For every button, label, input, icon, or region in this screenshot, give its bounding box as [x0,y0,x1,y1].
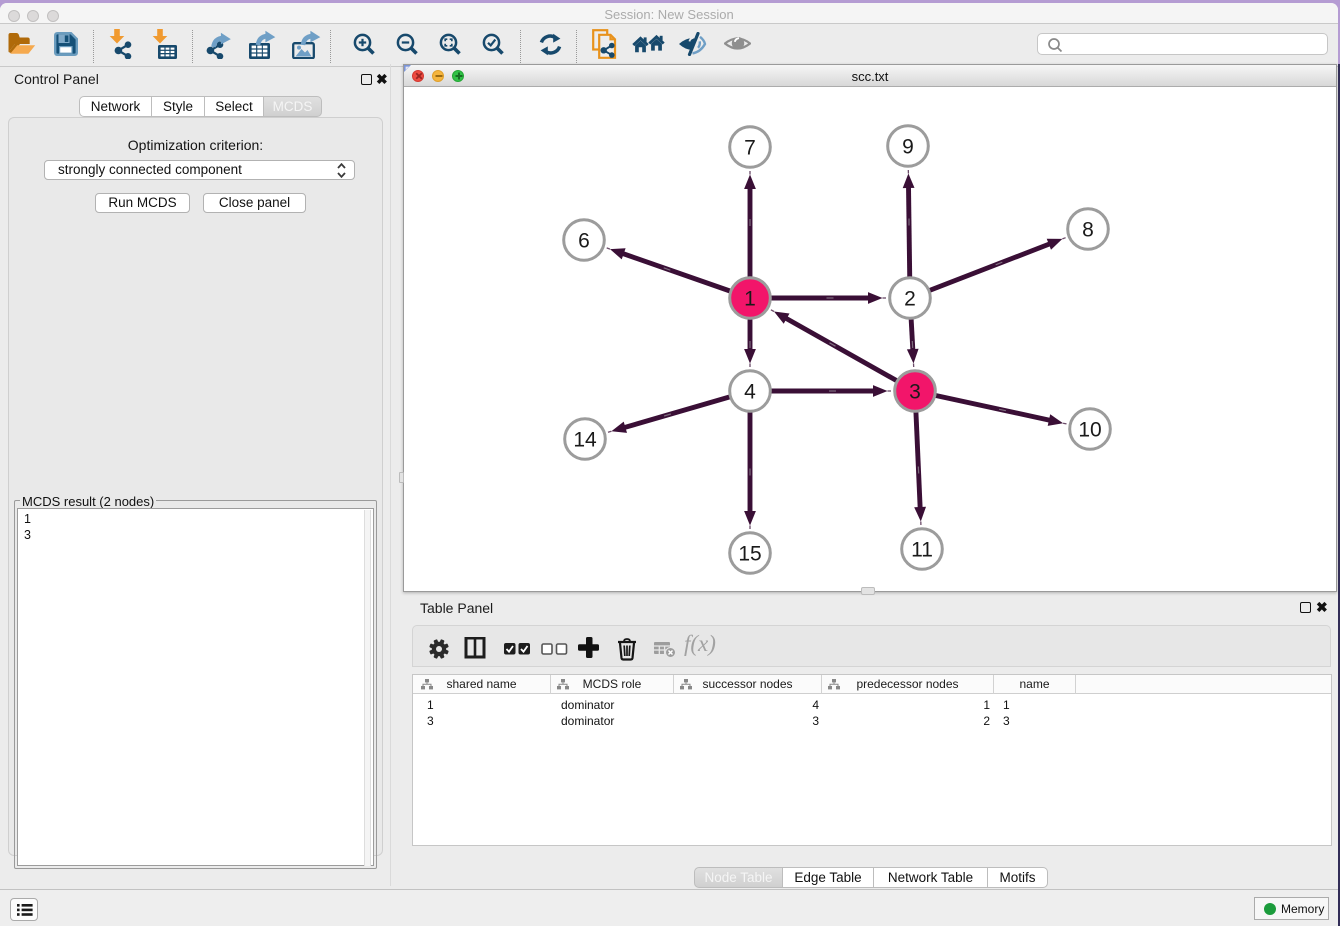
svg-text:11: 11 [911,539,933,562]
svg-text:2: 2 [904,288,916,311]
svg-text:15: 15 [738,543,761,566]
svg-text:9: 9 [902,136,914,159]
svg-text:10: 10 [1078,419,1101,442]
svg-text:4: 4 [744,381,756,404]
svg-text:6: 6 [578,230,590,253]
svg-text:8: 8 [1082,219,1094,242]
svg-text:1: 1 [744,288,756,311]
svg-text:3: 3 [909,381,921,404]
svg-text:7: 7 [744,137,756,160]
svg-text:14: 14 [573,429,597,452]
